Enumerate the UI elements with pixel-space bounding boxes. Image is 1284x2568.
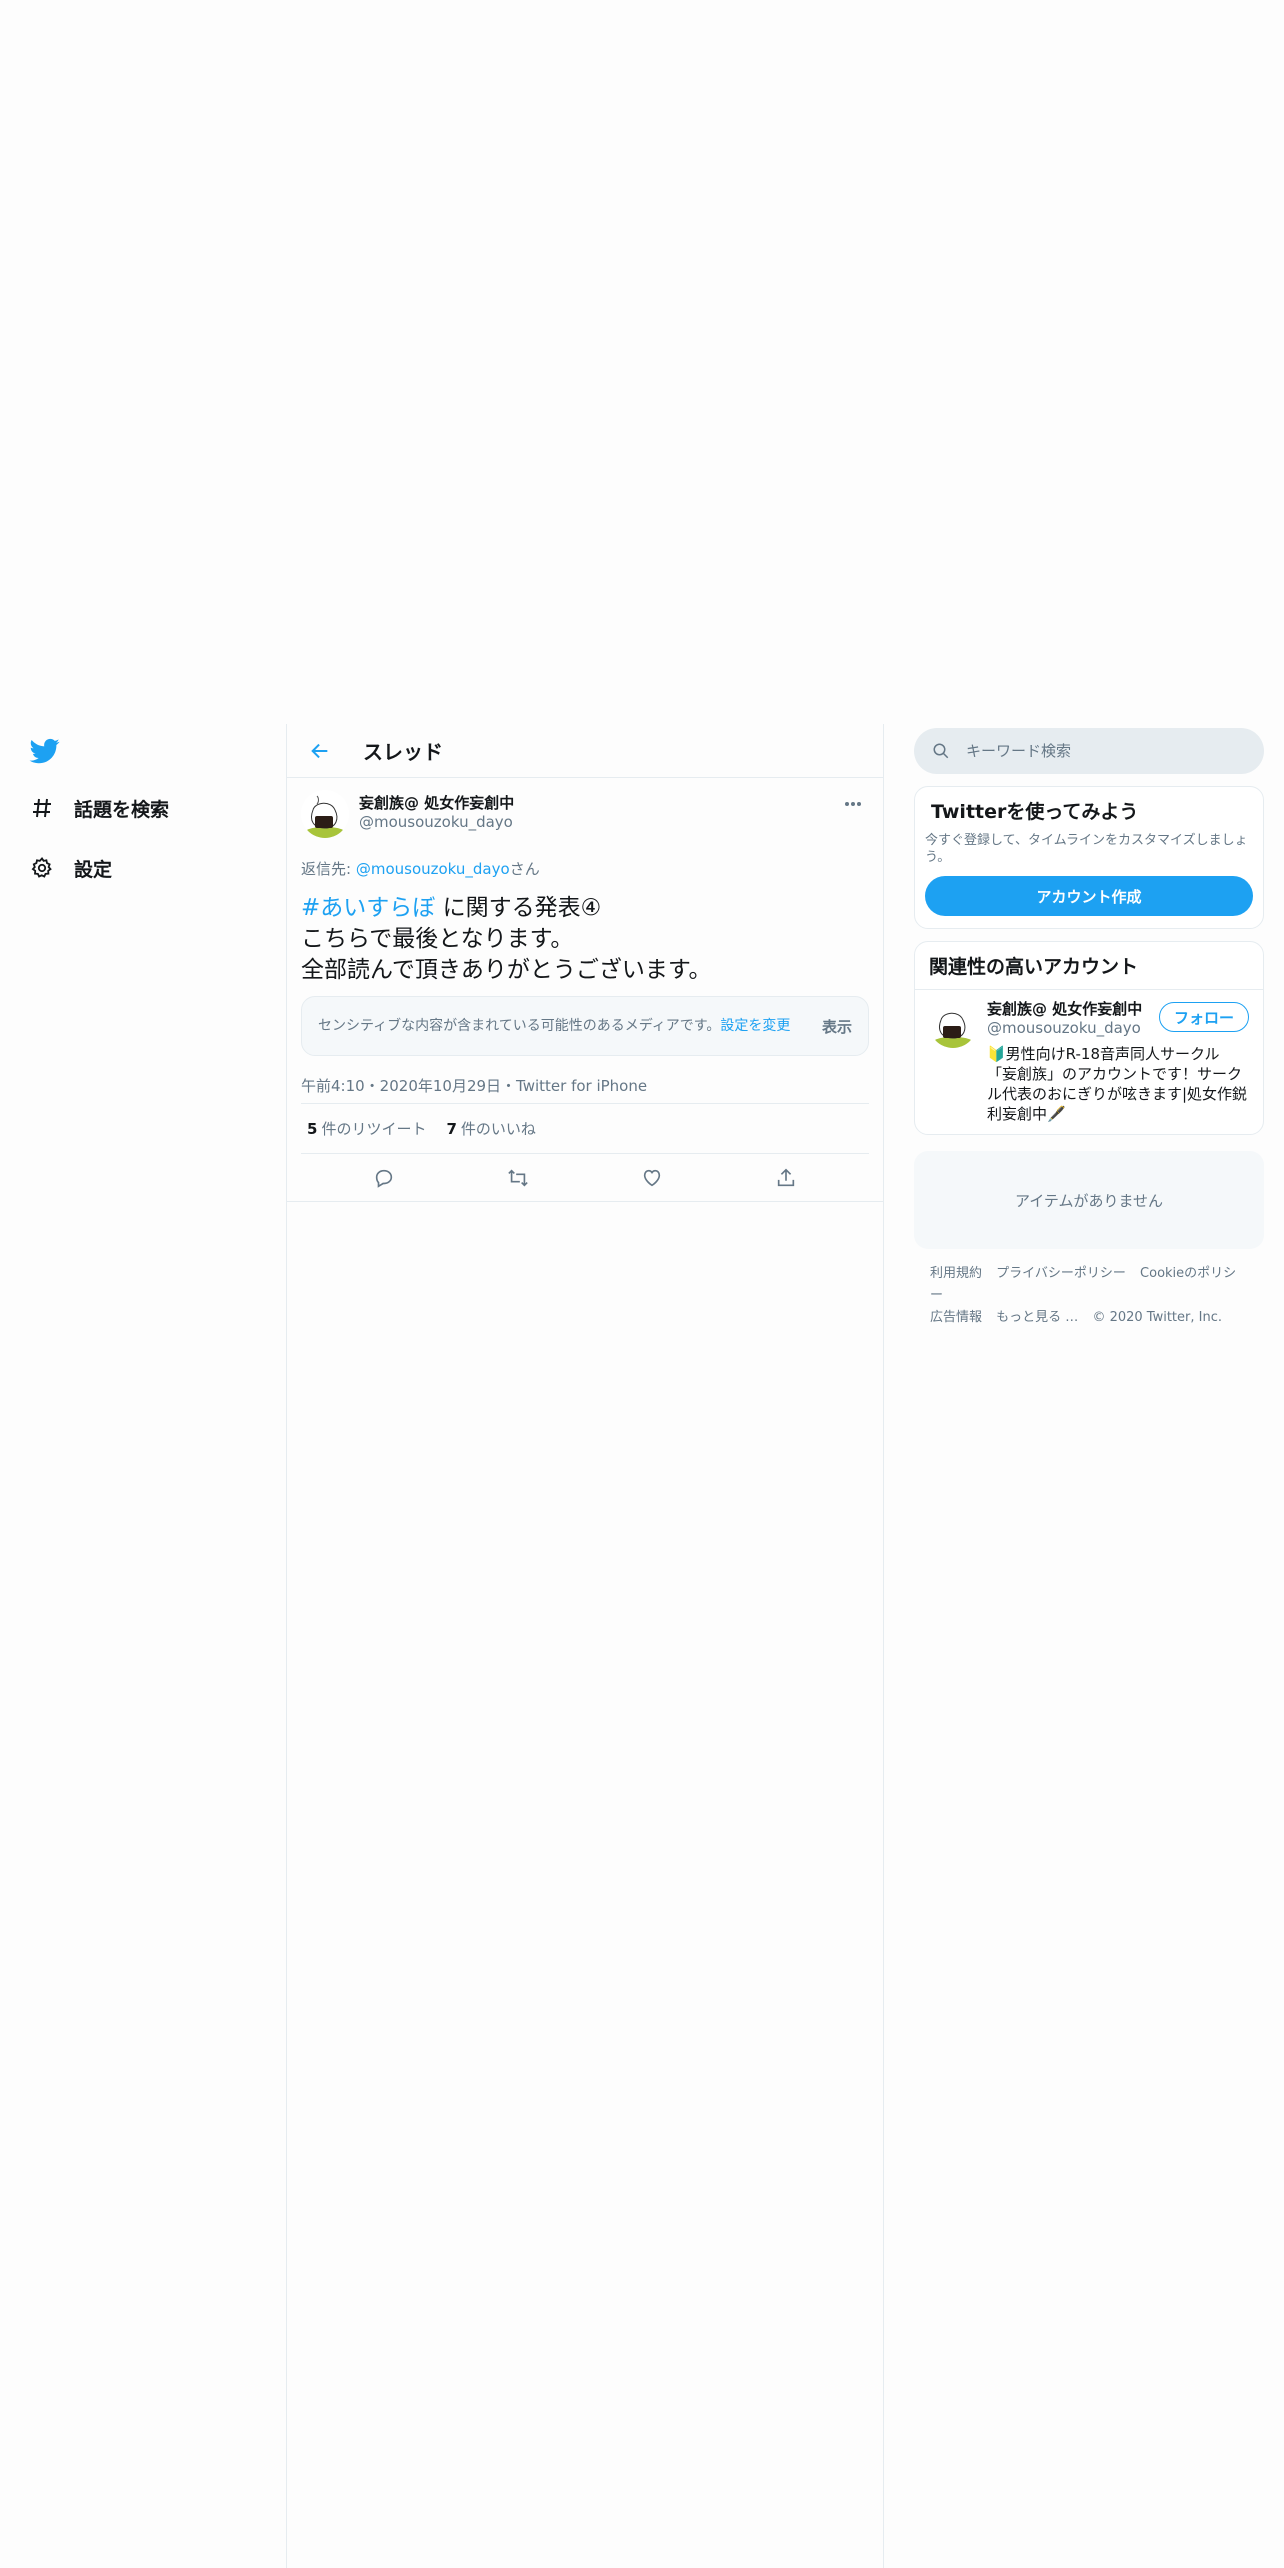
tweet-text-line: 全部読んで頂きありがとうございます。 — [301, 957, 712, 983]
nav-item-label: 設定 — [74, 858, 113, 881]
create-account-button[interactable]: アカウント作成 — [925, 876, 1253, 916]
user-bio: 🔰男性向けR-18音声同人サークル「妄創族」のアカウントです！サークル代表のおに… — [987, 1045, 1248, 1123]
share-button[interactable] — [768, 1160, 804, 1196]
reply-suffix: さん — [509, 860, 540, 878]
thread-header: スレッド — [287, 724, 883, 778]
display-name[interactable]: 妄創族@ 処女作妄創中 — [359, 794, 514, 812]
ellipsis-icon — [845, 802, 861, 806]
divider — [883, 724, 884, 2568]
signup-card: Twitterを使ってみよう 今すぐ登録して、タイムラインをカスタマイズしましょ… — [914, 786, 1264, 929]
tweet-timestamp[interactable]: 午前4:10・2020年10月29日・Twitter for iPhone — [301, 1068, 869, 1104]
avatar[interactable] — [929, 1000, 977, 1048]
reply-prefix: 返信先: — [301, 860, 356, 878]
hashtag-icon — [28, 794, 56, 822]
tweet-text: #あいすらぼ に関する発表④ こちらで最後となります。 全部読んで頂きありがとう… — [301, 893, 869, 986]
tweet-actions — [287, 1154, 883, 1202]
sensitive-message: センシティブな内容が含まれている可能性のあるメディアです。 — [318, 1018, 721, 1034]
search-icon — [930, 740, 952, 762]
tweet-stats: 5 件のリツイート 7 件のいいね — [301, 1104, 869, 1154]
reply-button[interactable] — [366, 1160, 402, 1196]
like-button[interactable] — [634, 1160, 670, 1196]
avatar[interactable] — [301, 790, 349, 838]
change-settings-link[interactable]: 設定を変更 — [720, 1018, 790, 1034]
tweet-text-line: に関する発表④ — [435, 895, 602, 921]
nav-item-explore[interactable]: 話題を検索 — [28, 786, 169, 830]
tweet-text-line: こちらで最後となります。 — [301, 926, 574, 952]
arrow-left-icon — [311, 743, 328, 758]
follow-button[interactable]: フォロー — [1158, 1002, 1249, 1032]
nav-item-label: 話題を検索 — [74, 798, 170, 821]
back-button[interactable] — [305, 736, 335, 766]
page-title: スレッド — [363, 740, 443, 764]
signup-subtitle: 今すぐ登録して、タイムラインをカスタマイズしましょう。 — [925, 833, 1248, 865]
search-box[interactable] — [914, 728, 1264, 774]
copyright: © 2020 Twitter, Inc. — [1092, 1310, 1222, 1325]
thread-column: スレッド 妄創族@ 処女作妄創中 @mousouzoku_dayo 返信先: @… — [287, 724, 883, 1202]
search-input[interactable] — [966, 742, 1226, 760]
retweet-count: 5 — [307, 1120, 318, 1138]
reply-mention-link[interactable]: @mousouzoku_dayo — [356, 860, 510, 878]
reply-context: 返信先: @mousouzoku_dayoさん — [301, 858, 869, 879]
show-media-button[interactable]: 表示 — [822, 1016, 852, 1037]
footer-link-terms[interactable]: 利用規約 — [930, 1266, 982, 1281]
trends-empty: アイテムがありません — [914, 1151, 1264, 1249]
hashtag-link[interactable]: #あいすらぼ — [301, 895, 435, 921]
retweet-label: 件のリツイート — [321, 1120, 427, 1138]
footer: 利用規約 プライバシーポリシー Cookieのポリシー 広告情報 もっと見る …… — [914, 1263, 1264, 1329]
related-accounts-card: 関連性の高いアカウント 妄創族@ 処女作妄創中 @mousouzoku_dayo… — [914, 941, 1264, 1135]
footer-link-ads[interactable]: 広告情報 — [930, 1310, 982, 1325]
like-label: 件のいいね — [460, 1120, 536, 1138]
retweet-stat[interactable]: 5 件のリツイート — [307, 1118, 426, 1139]
like-count: 7 — [446, 1120, 457, 1138]
share-icon — [777, 1168, 795, 1186]
twitter-logo-icon[interactable] — [28, 736, 62, 766]
retweet-button[interactable] — [500, 1160, 536, 1196]
more-options-button[interactable] — [839, 792, 867, 816]
gear-icon — [28, 854, 56, 882]
related-title: 関連性の高いアカウント — [915, 942, 1263, 990]
footer-link-more[interactable]: もっと見る … — [996, 1310, 1078, 1325]
heart-icon — [643, 1169, 661, 1186]
sensitive-media-warning: センシティブな内容が含まれている可能性のあるメディアです。設定を変更 表示 — [301, 996, 869, 1056]
list-item[interactable]: 妄創族@ 処女作妄創中 @mousouzoku_dayo 🔰男性向けR-18音声… — [915, 990, 1263, 1134]
footer-link-privacy[interactable]: プライバシーポリシー — [996, 1266, 1126, 1281]
tweet: 妄創族@ 処女作妄創中 @mousouzoku_dayo 返信先: @mouso… — [287, 778, 883, 1202]
reply-icon — [375, 1169, 393, 1188]
nav-item-settings[interactable]: 設定 — [28, 846, 112, 890]
retweet-icon — [508, 1168, 528, 1187]
handle[interactable]: @mousouzoku_dayo — [359, 812, 514, 832]
sidebar-right: Twitterを使ってみよう 今すぐ登録して、タイムラインをカスタマイズしましょ… — [914, 728, 1264, 1329]
signup-title: Twitterを使ってみよう — [931, 801, 1139, 823]
like-stat[interactable]: 7 件のいいね — [446, 1118, 535, 1139]
